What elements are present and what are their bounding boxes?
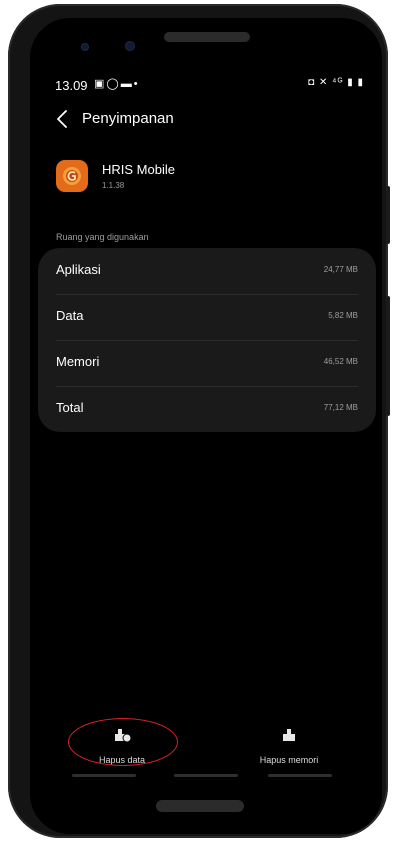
highlight-ring	[68, 718, 178, 766]
signal-icon: ▮	[347, 77, 354, 88]
gallery-icon: ▣	[94, 78, 107, 90]
row-label: Data	[56, 308, 84, 323]
row-value: 46,52 MB	[323, 357, 358, 366]
clear-cache-label: Hapus memori	[259, 755, 319, 765]
app-info: HRIS Mobile 1.1.38	[56, 160, 356, 200]
earpiece-speaker	[164, 32, 250, 42]
whatsapp-icon: ◯	[106, 78, 121, 90]
phone-bezel: 13.09 ▣◯▬• ◘ ✕ ⁴ᴳ ▮ ▮ Penyimpanan HRIS M…	[30, 18, 382, 834]
storage-section-label: Ruang yang digunakan	[56, 232, 149, 242]
back-arrow-icon[interactable]	[52, 108, 74, 130]
clear-cache-button[interactable]: Hapus memori	[244, 726, 334, 765]
row-label: Memori	[56, 354, 100, 369]
status-left-icons: ▣◯▬•	[94, 77, 140, 90]
clear-cache-icon	[283, 729, 295, 741]
nav-recents[interactable]	[72, 774, 136, 777]
status-right-icons: ◘ ✕ ⁴ᴳ ▮ ▮	[308, 77, 364, 88]
row-value: 77,12 MB	[323, 403, 358, 412]
hris-app-icon	[56, 160, 88, 192]
volume-button	[386, 296, 390, 416]
row-value: 5,82 MB	[328, 311, 358, 320]
storage-row-memori: Memori 46,52 MB	[56, 340, 358, 386]
nav-back[interactable]	[268, 774, 332, 777]
front-camera-icon	[126, 42, 134, 50]
row-label: Total	[56, 400, 84, 415]
bottom-speaker	[156, 800, 244, 812]
page-title: Penyimpanan	[82, 110, 174, 127]
app-name: HRIS Mobile	[102, 162, 175, 177]
storage-card: Aplikasi 24,77 MB Data 5,82 MB Memori 46…	[38, 248, 376, 432]
storage-row-total: Total 77,12 MB	[56, 386, 358, 432]
row-label: Aplikasi	[56, 262, 101, 277]
storage-row-data: Data 5,82 MB	[56, 294, 358, 340]
row-value: 24,77 MB	[323, 265, 358, 274]
chat-icon: ▬	[120, 78, 134, 90]
status-time: 13.09	[55, 78, 88, 93]
dot-icon: •	[133, 78, 140, 90]
status-bar: 13.09 ▣◯▬• ◘ ✕ ⁴ᴳ ▮ ▮	[38, 70, 376, 98]
nav-home[interactable]	[174, 774, 238, 777]
battery-icon: ▮	[357, 77, 364, 88]
power-button	[386, 186, 390, 244]
phone-frame: 13.09 ▣◯▬• ◘ ✕ ⁴ᴳ ▮ ▮ Penyimpanan HRIS M…	[8, 4, 390, 838]
app-bar: Penyimpanan	[38, 106, 376, 134]
front-camera-icon	[82, 44, 88, 50]
storage-row-aplikasi: Aplikasi 24,77 MB	[56, 248, 358, 294]
screen: 13.09 ▣◯▬• ◘ ✕ ⁴ᴳ ▮ ▮ Penyimpanan HRIS M…	[38, 70, 376, 782]
4g-icon: ⁴ᴳ	[332, 77, 344, 88]
app-version: 1.1.38	[102, 181, 125, 190]
alarm-icon: ◘	[308, 77, 316, 88]
mute-icon: ✕	[318, 77, 329, 88]
